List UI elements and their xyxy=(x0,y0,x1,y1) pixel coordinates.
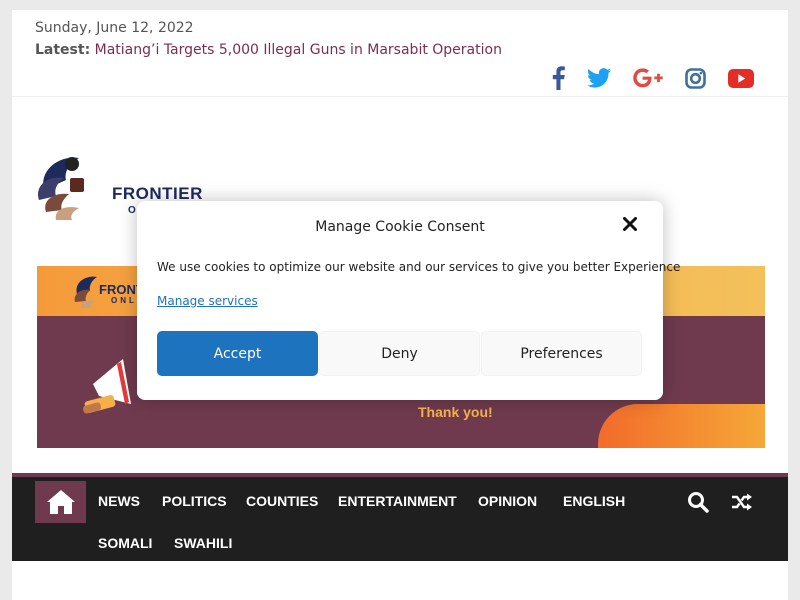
nav-item-politics[interactable]: POLITICS xyxy=(162,493,227,509)
random-post-icon[interactable] xyxy=(731,493,753,515)
latest-headline-link[interactable]: Matiang’i Targets 5,000 Illegal Guns in … xyxy=(95,42,502,58)
nav-item-english[interactable]: ENGLISH xyxy=(563,493,625,509)
facebook-icon[interactable] xyxy=(552,66,565,90)
nav-item-news[interactable]: NEWS xyxy=(98,493,140,509)
search-icon[interactable] xyxy=(687,491,709,517)
logo-hands-icon xyxy=(38,157,84,220)
nav-item-opinion[interactable]: OPINION xyxy=(478,493,537,509)
home-button[interactable] xyxy=(35,481,86,523)
latest-label: Latest: xyxy=(35,42,91,58)
current-date: Sunday, June 12, 2022 xyxy=(35,20,194,36)
deny-button[interactable]: Deny xyxy=(319,331,480,376)
home-icon xyxy=(46,490,75,514)
nav-item-somali[interactable]: SOMALI xyxy=(98,535,152,551)
main-navigation: NEWS POLITICS COUNTIES ENTERTAINMENT OPI… xyxy=(12,473,788,561)
nav-item-counties[interactable]: COUNTIES xyxy=(246,493,318,509)
banner-decoration xyxy=(598,404,765,448)
youtube-icon[interactable] xyxy=(728,66,754,90)
accept-button[interactable]: Accept xyxy=(157,331,318,376)
megaphone-icon xyxy=(83,359,131,414)
latest-ticker: Latest: Matiang’i Targets 5,000 Illegal … xyxy=(35,42,502,58)
twitter-icon[interactable] xyxy=(587,66,611,90)
banner-thanks-text: Thank you! xyxy=(418,404,493,420)
google-plus-icon[interactable] xyxy=(633,66,663,90)
social-links xyxy=(552,66,754,90)
manage-services-link[interactable]: Manage services xyxy=(157,294,258,308)
cookie-dialog-title: Manage Cookie Consent xyxy=(315,219,485,235)
preferences-button[interactable]: Preferences xyxy=(481,331,642,376)
cookie-consent-dialog: Manage Cookie Consent We use cookies to … xyxy=(137,201,680,400)
top-bar: Sunday, June 12, 2022 Latest: Matiang’i … xyxy=(12,10,788,97)
nav-item-entertainment[interactable]: ENTERTAINMENT xyxy=(338,493,457,509)
cookie-message: We use cookies to optimize our website a… xyxy=(157,260,681,274)
instagram-icon[interactable] xyxy=(685,66,706,90)
nav-item-swahili[interactable]: SWAHILI xyxy=(174,535,232,551)
close-icon[interactable] xyxy=(623,216,637,235)
